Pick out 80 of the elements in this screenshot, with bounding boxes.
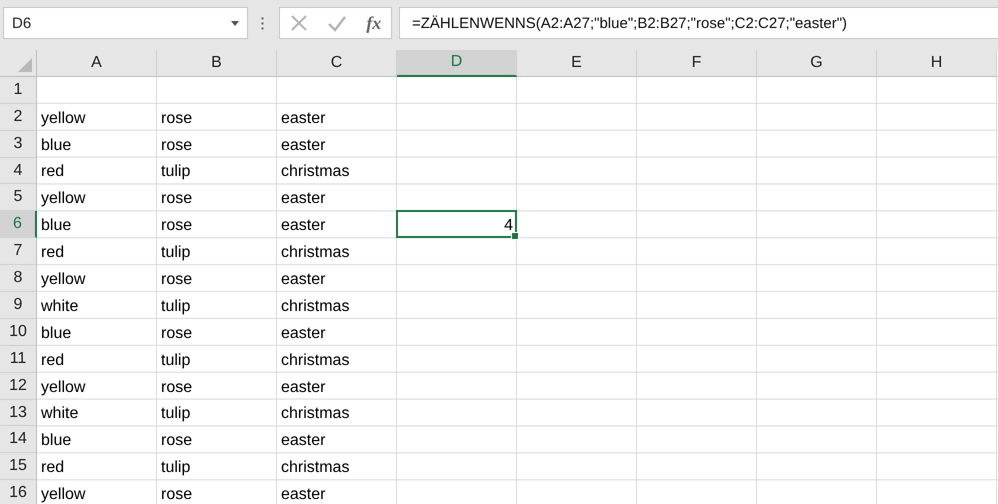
insert-function-button[interactable]: fx: [366, 12, 382, 34]
table-cell-text: blue: [40, 324, 72, 344]
table-cell-text: rose: [160, 136, 194, 156]
row-header[interactable]: 15: [0, 453, 37, 480]
row-header[interactable]: 4: [0, 158, 37, 184]
table-cell: 4: [396, 210, 517, 238]
triangle-icon: [18, 58, 32, 72]
row-header[interactable]: 10: [0, 318, 37, 346]
table-cell-text: christmas: [280, 162, 350, 182]
table-cell-text: rose: [160, 378, 194, 398]
row-header[interactable]: 14: [0, 426, 37, 454]
table-cell-text: christmas: [280, 243, 350, 264]
table-cell-text: tulip: [160, 350, 192, 371]
table-cell-text: easter: [280, 485, 326, 504]
table-cell-text: tulip: [160, 458, 192, 478]
table-cell-text: christmas: [280, 350, 350, 371]
table-cell-text: yellow: [40, 378, 86, 398]
check-icon[interactable]: [326, 14, 347, 32]
table-cell-text: rose: [160, 270, 194, 290]
row-header[interactable]: 16: [0, 480, 37, 504]
table-cell-text: blue: [40, 136, 72, 156]
row-header[interactable]: 8: [0, 265, 37, 292]
fill-handle[interactable]: [511, 232, 519, 240]
table-cell-text: blue: [40, 431, 72, 452]
row-header[interactable]: 5: [0, 184, 37, 212]
table-cell-text: rose: [160, 108, 194, 129]
table-cell-text: easter: [280, 216, 326, 236]
row-header[interactable]: 3: [0, 130, 37, 158]
caret-icon[interactable]: [231, 20, 239, 26]
table-cell-text: rose: [160, 485, 194, 504]
formula-field[interactable]: =ZÄHLENWENNS(A2:A27;"blue";B2:B27;"rose";C2:C27;"easter"): [399, 7, 998, 39]
table-cell-text: yellow: [40, 108, 86, 129]
column-header[interactable]: A: [37, 50, 157, 77]
table-cell-text: white: [40, 296, 80, 317]
column-header[interactable]: D: [397, 50, 517, 77]
table-cell-text: yellow: [40, 485, 86, 504]
name-box[interactable]: D6: [3, 7, 248, 39]
column-header[interactable]: C: [277, 50, 397, 77]
table-cell-text: easter: [280, 189, 326, 210]
table-cell-text: christmas: [280, 296, 350, 317]
table-cell-text: tulip: [160, 404, 192, 424]
table-cell-text: blue: [40, 216, 72, 236]
table-cell-text: easter: [280, 431, 326, 452]
table-cell-text: red: [40, 243, 66, 264]
row-header[interactable]: 2: [0, 104, 37, 131]
row-header[interactable]: 13: [0, 400, 37, 426]
row-header[interactable]: 1: [0, 76, 37, 104]
table-cell-text: tulip: [160, 162, 192, 182]
table-cell-text: easter: [280, 270, 326, 290]
table-cell-text: yellow: [40, 270, 86, 290]
row-header[interactable]: 7: [0, 238, 37, 266]
table-cell-text: white: [40, 404, 80, 424]
table-cell-text: tulip: [160, 296, 192, 317]
table-cell-text: easter: [280, 324, 326, 344]
row-header[interactable]: 11: [0, 346, 37, 373]
table-cell-text: rose: [160, 324, 194, 344]
table-cell-text: rose: [160, 431, 194, 452]
table-cell-text: easter: [280, 378, 326, 398]
column-header[interactable]: B: [157, 50, 277, 77]
table-cell-text: red: [40, 162, 66, 182]
table-cell-text: christmas: [280, 458, 350, 478]
cancel-icon[interactable]: [290, 14, 308, 32]
column-header[interactable]: H: [877, 50, 997, 77]
column-header[interactable]: F: [637, 50, 757, 77]
table-cell-text: red: [40, 458, 66, 478]
column-header[interactable]: E: [517, 50, 637, 77]
table-cell-text: easter: [280, 136, 326, 156]
table-cell-text: tulip: [160, 243, 192, 264]
column-header[interactable]: G: [757, 50, 877, 77]
table-cell-text: rose: [160, 189, 194, 210]
table-cell-text: red: [40, 350, 66, 371]
table-cell-text: easter: [280, 108, 326, 129]
row-header[interactable]: 6: [0, 211, 37, 238]
row-header[interactable]: 9: [0, 292, 37, 319]
select-all-button[interactable]: [0, 50, 37, 77]
row-header[interactable]: 12: [0, 372, 37, 400]
table-cell-text: rose: [160, 216, 194, 236]
table-cell-text: christmas: [280, 404, 350, 424]
grip-icon: [261, 16, 264, 30]
table-cell-text: yellow: [40, 189, 86, 210]
